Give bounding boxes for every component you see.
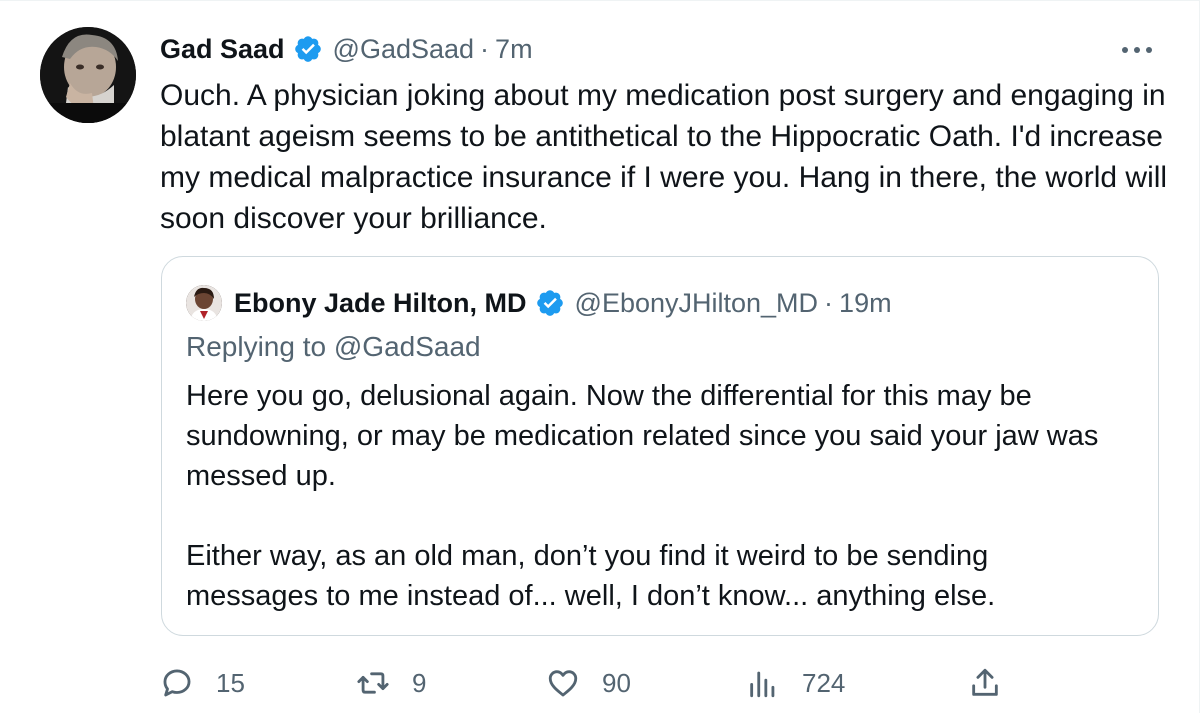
reply-icon	[163, 669, 191, 697]
quoted-tweet-text: Here you go, delusional again. Now the d…	[186, 376, 1126, 616]
author-name[interactable]: Gad Saad	[160, 34, 285, 65]
author-avatar[interactable]	[40, 27, 136, 123]
avatar-photo	[40, 27, 136, 123]
more-options-button[interactable]	[1117, 35, 1157, 65]
quoted-tweet-time[interactable]: 19m	[839, 288, 892, 319]
quoted-avatar-photo	[186, 285, 222, 321]
like-count: 90	[602, 667, 631, 698]
heart-icon	[548, 670, 578, 697]
share-icon	[972, 668, 998, 696]
tweet-time[interactable]: 7m	[495, 34, 533, 65]
quoted-text-paragraph: Either way, as an old man, don’t you fin…	[186, 540, 996, 612]
quoted-text-paragraph: Here you go, delusional again. Now the d…	[186, 380, 1099, 492]
reply-count: 15	[216, 667, 245, 698]
replying-to-label: Replying to @GadSaad	[186, 331, 481, 362]
action-bar: 15 9 90 724	[160, 661, 1170, 705]
author-handle[interactable]: @GadSaad	[333, 34, 475, 65]
quoted-time-separator: ·	[824, 287, 834, 318]
views-count: 724	[802, 667, 846, 698]
verified-badge-icon	[294, 36, 321, 62]
tweet-text-paragraph: Ouch. A physician joking about my medica…	[160, 79, 1168, 235]
quoted-author-name[interactable]: Ebony Jade Hilton, MD	[234, 288, 527, 319]
retweet-count: 9	[412, 667, 427, 698]
quoted-author-handle[interactable]: @EbonyJHilton_MD	[575, 288, 819, 319]
quoted-author-avatar[interactable]	[186, 285, 222, 321]
quoted-tweet-header: Ebony Jade Hilton, MD @EbonyJHilton_MD ·…	[186, 283, 892, 323]
more-horizontal-icon	[1122, 47, 1152, 53]
tweet[interactable]: Gad Saad @GadSaad · 7m Ouch. A physician…	[0, 0, 1200, 713]
verified-badge-icon	[536, 290, 563, 316]
tweet-text: Ouch. A physician joking about my medica…	[160, 75, 1180, 239]
retweet-button[interactable]: 9	[356, 661, 426, 705]
retweet-icon	[357, 672, 389, 694]
reply-button[interactable]: 15	[160, 661, 245, 705]
share-button[interactable]	[968, 661, 1002, 705]
views-button[interactable]: 724	[746, 661, 845, 705]
time-separator: ·	[480, 33, 490, 64]
quoted-tweet[interactable]: Ebony Jade Hilton, MD @EbonyJHilton_MD ·…	[161, 256, 1159, 636]
tweet-header: Gad Saad @GadSaad · 7m	[160, 31, 533, 67]
like-button[interactable]: 90	[546, 661, 631, 705]
views-icon	[750, 671, 775, 698]
